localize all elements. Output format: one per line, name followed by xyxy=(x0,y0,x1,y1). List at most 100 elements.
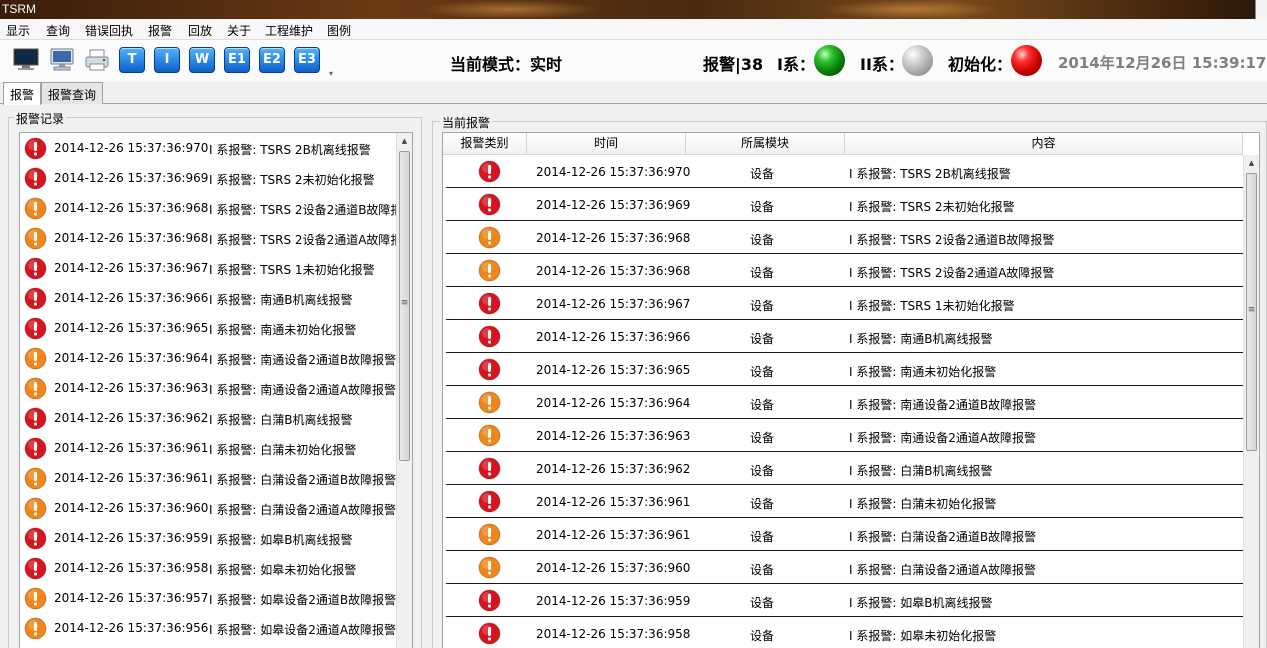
alarm-module: 设备 xyxy=(750,233,775,247)
column-header-module[interactable]: 所属模块 xyxy=(686,133,845,155)
alarm-record-row[interactable]: 2014-12-26 15:37:36:968 I 系报警: TSRS 2设备2通… xyxy=(20,223,397,253)
alarm-time: 2014-12-26 15:37:36:962 xyxy=(54,411,209,425)
critical-alarm-icon xyxy=(478,589,501,612)
table-row[interactable]: 2014-12-26 15:37:36:966 设备 I 系报警: 南通B机离线报警 xyxy=(446,320,1243,353)
alarm-time: 2014-12-26 15:37:36:966 xyxy=(54,291,209,305)
table-row[interactable]: 2014-12-26 15:37:36:967 设备 I 系报警: TSRS 1未初… xyxy=(446,287,1243,320)
warning-alarm-icon xyxy=(478,424,501,447)
alarm-record-row[interactable]: 2014-12-26 15:37:36:959 I 系报警: 如皋B机离线报警 xyxy=(20,523,396,553)
alarm-level-icon xyxy=(478,259,501,285)
alarm-level-icon xyxy=(478,457,501,483)
menu-query[interactable]: 查询 xyxy=(46,22,70,39)
column-header-category[interactable]: 报警类别 xyxy=(443,133,527,155)
toolbar-button-e3[interactable]: E3 xyxy=(294,47,320,73)
alarm-time: 2014-12-26 15:37:36:959 xyxy=(536,594,691,608)
toolbar-overflow-icon[interactable]: ▾ xyxy=(329,70,337,78)
current-alarm-scrollbar[interactable]: ▲ ≡ xyxy=(1243,155,1259,648)
alarm-time: 2014-12-26 15:37:36:956 xyxy=(54,621,209,635)
alarm-time: 2014-12-26 15:37:36:965 xyxy=(54,321,209,335)
table-row[interactable]: 2014-12-26 15:37:36:970 设备 I 系报警: TSRS 2B机… xyxy=(446,155,1243,188)
toolbar-button-i[interactable]: I xyxy=(154,47,180,73)
tab-alarm[interactable]: 报警 xyxy=(3,82,42,105)
system-1-label: I系： xyxy=(777,55,815,74)
alarm-record-list[interactable]: 2014-12-26 15:37:36:970 I 系报警: TSRS 2B机离线… xyxy=(19,132,413,648)
menu-maintenance[interactable]: 工程维护 xyxy=(265,22,313,39)
column-header-time[interactable]: 时间 xyxy=(527,133,686,155)
alarm-level-icon xyxy=(478,622,501,648)
alarm-content: I 系报警: TSRS 2设备2通道B故障报警 xyxy=(849,233,1055,247)
alarm-record-row[interactable]: 2014-12-26 15:37:36:967 I 系报警: TSRS 1未初始化… xyxy=(20,253,396,283)
alarm-record-scrollbar[interactable]: ▲ ≡ xyxy=(396,133,412,648)
menu-legend[interactable]: 图例 xyxy=(327,22,351,39)
table-row[interactable]: 2014-12-26 15:37:36:960 设备 I 系报警: 白蒲设备2通道A… xyxy=(446,551,1243,584)
alarm-record-row[interactable]: 2014-12-26 15:37:36:956 I 系报警: 如皋设备2通道A故障… xyxy=(20,613,396,643)
scroll-up-icon[interactable]: ▲ xyxy=(1244,155,1259,171)
printer-icon[interactable] xyxy=(83,46,111,74)
menu-error-receipt[interactable]: 错误回执 xyxy=(85,22,133,39)
alarm-level-icon xyxy=(24,197,47,223)
alarm-content: I 系报警: TSRS 2设备2通道A故障报 xyxy=(209,233,397,247)
alarm-record-row[interactable]: 2014-12-26 15:37:36:957 I 系报警: 如皋设备2通道B故障… xyxy=(20,583,396,613)
scroll-up-icon[interactable]: ▲ xyxy=(397,133,412,149)
alarm-time: 2014-12-26 15:37:36:958 xyxy=(536,627,691,641)
alarm-record-row[interactable]: 2014-12-26 15:37:36:966 I 系报警: 南通B机离线报警 xyxy=(20,283,396,313)
alarm-record-row[interactable]: 2014-12-26 15:37:36:970 I 系报警: TSRS 2B机离线… xyxy=(20,133,396,163)
menu-playback[interactable]: 回放 xyxy=(188,22,212,39)
alarm-module: 设备 xyxy=(750,167,775,181)
alarm-time: 2014-12-26 15:37:36:968 xyxy=(536,231,691,245)
alarm-content: I 系报警: 南通设备2通道A故障报警 xyxy=(849,431,1037,445)
current-alarm-table[interactable]: 报警类别 时间 所属模块 内容 2014-12-26 15:37:36:970 设… xyxy=(442,132,1260,648)
alarm-record-row[interactable]: 2014-12-26 15:37:36:964 I 系报警: 南通设备2通道B故障… xyxy=(20,343,396,373)
system-1-status-icon xyxy=(814,45,845,76)
table-row[interactable]: 2014-12-26 15:37:36:965 设备 I 系报警: 南通未初始化报警 xyxy=(446,353,1243,386)
alarm-record-row[interactable]: 2014-12-26 15:37:36:968 I 系报警: TSRS 2设备2通… xyxy=(20,193,397,223)
alarm-content: I 系报警: 南通设备2通道A故障报警 xyxy=(209,383,397,397)
table-row[interactable]: 2014-12-26 15:37:36:968 设备 I 系报警: TSRS 2设备… xyxy=(446,221,1243,254)
warning-alarm-icon xyxy=(478,226,501,249)
title-bar-glow xyxy=(820,0,1000,19)
warning-alarm-icon xyxy=(24,347,47,370)
alarm-content: I 系报警: TSRS 2B机离线报警 xyxy=(209,143,371,157)
menu-display[interactable]: 显示 xyxy=(6,22,30,39)
toolbar-button-t[interactable]: T xyxy=(119,47,145,73)
table-row[interactable]: 2014-12-26 15:37:36:959 设备 I 系报警: 如皋B机离线报警 xyxy=(446,584,1243,617)
warning-alarm-icon xyxy=(478,556,501,579)
alarm-record-row[interactable]: 2014-12-26 15:37:36:969 I 系报警: TSRS 2未初始化… xyxy=(20,163,396,193)
monitor-icon[interactable] xyxy=(12,46,40,74)
alarm-record-row[interactable]: 2014-12-26 15:37:36:958 I 系报警: 如皋未初始化报警 xyxy=(20,553,396,583)
alarm-content: I 系报警: 白蒲设备2通道A故障报警 xyxy=(849,563,1037,577)
alarm-time: 2014-12-26 15:37:36:965 xyxy=(536,363,691,377)
alarm-level-icon xyxy=(24,347,47,373)
tab-alarm-query[interactable]: 报警查询 xyxy=(41,82,104,104)
alarm-record-row[interactable]: 2014-12-26 15:37:36:961 I 系报警: 白蒲未初始化报警 xyxy=(20,433,396,463)
alarm-record-row[interactable]: 2014-12-26 15:37:36:960 I 系报警: 白蒲设备2通道A故障… xyxy=(20,493,396,523)
menu-alarm[interactable]: 报警 xyxy=(148,22,172,39)
alarm-record-row[interactable]: 2014-12-26 15:37:36:965 I 系报警: 南通未初始化报警 xyxy=(20,313,396,343)
table-row[interactable]: 2014-12-26 15:37:36:958 设备 I 系报警: 如皋未初始化报警 xyxy=(446,617,1243,648)
current-alarm-title: 当前报警 xyxy=(440,114,493,131)
toolbar-button-w[interactable]: W xyxy=(189,47,215,73)
table-row[interactable]: 2014-12-26 15:37:36:969 设备 I 系报警: TSRS 2未初… xyxy=(446,188,1243,221)
alarm-time: 2014-12-26 15:37:36:960 xyxy=(54,501,209,515)
alarm-content: I 系报警: 如皋B机离线报警 xyxy=(209,533,353,547)
alarm-record-row[interactable]: 2014-12-26 15:37:36:963 I 系报警: 南通设备2通道A故障… xyxy=(20,373,396,403)
table-row[interactable]: 2014-12-26 15:37:36:961 设备 I 系报警: 白蒲未初始化报警 xyxy=(446,485,1243,518)
table-row[interactable]: 2014-12-26 15:37:36:962 设备 I 系报警: 白蒲B机离线报警 xyxy=(446,452,1243,485)
table-row[interactable]: 2014-12-26 15:37:36:963 设备 I 系报警: 南通设备2通道A… xyxy=(446,419,1243,452)
computer-icon[interactable] xyxy=(48,46,76,74)
warning-alarm-icon xyxy=(24,617,47,640)
alarm-time: 2014-12-26 15:37:36:963 xyxy=(536,429,691,443)
window-control[interactable] xyxy=(1255,0,1267,19)
table-row[interactable]: 2014-12-26 15:37:36:961 设备 I 系报警: 白蒲设备2通道B… xyxy=(446,518,1243,551)
alarm-record-row[interactable]: 2014-12-26 15:37:36:962 I 系报警: 白蒲B机离线报警 xyxy=(20,403,396,433)
alarm-record-row[interactable]: 2014-12-26 15:37:36:961 I 系报警: 白蒲设备2通道B故障… xyxy=(20,463,396,493)
table-row[interactable]: 2014-12-26 15:37:36:968 设备 I 系报警: TSRS 2设备… xyxy=(446,254,1243,287)
alarm-level-icon xyxy=(24,167,47,193)
toolbar-button-e1[interactable]: E1 xyxy=(224,47,250,73)
column-header-content[interactable]: 内容 xyxy=(845,133,1243,155)
toolbar-button-e2[interactable]: E2 xyxy=(259,47,285,73)
critical-alarm-icon xyxy=(24,167,47,190)
menu-about[interactable]: 关于 xyxy=(227,22,251,39)
warning-alarm-icon xyxy=(24,497,47,520)
table-row[interactable]: 2014-12-26 15:37:36:964 设备 I 系报警: 南通设备2通道B… xyxy=(446,386,1243,419)
